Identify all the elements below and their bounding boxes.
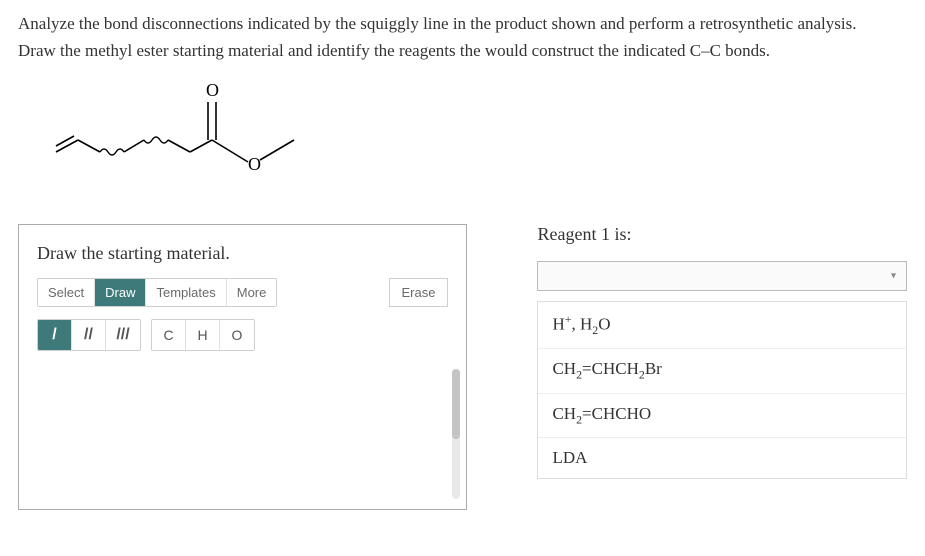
atom-o-tool[interactable]: O — [220, 320, 254, 350]
reagent-dropdown[interactable]: ▾ — [537, 261, 907, 291]
panels-container: Draw the starting material. Select Draw … — [18, 224, 907, 510]
reagent-title: Reagent 1 is: — [537, 224, 907, 245]
question-line-2: Draw the methyl ester starting material … — [18, 37, 907, 64]
double-bond-tool[interactable]: // — [72, 320, 106, 350]
mode-tabs: Select Draw Templates More — [37, 278, 277, 307]
atom-tool-group: C H O — [151, 319, 255, 351]
tab-draw[interactable]: Draw — [95, 279, 146, 306]
canvas-scrollbar[interactable] — [452, 369, 460, 499]
molecule-svg: O O — [48, 74, 308, 184]
reagent-panel: Reagent 1 is: ▾ H+, H2O CH2=CHCH2Br CH2=… — [537, 224, 907, 510]
atom-c-tool[interactable]: C — [152, 320, 186, 350]
tool-row: / // /// C H O — [37, 319, 448, 351]
editor-toolbar: Select Draw Templates More Erase — [37, 278, 448, 307]
erase-button[interactable]: Erase — [389, 278, 449, 307]
molecule-structure: O O — [48, 74, 907, 189]
drawing-panel: Draw the starting material. Select Draw … — [18, 224, 467, 510]
single-bond-tool[interactable]: / — [38, 320, 72, 350]
reagent-options-list: H+, H2O CH2=CHCH2Br CH2=CHCHO LDA — [537, 301, 907, 479]
bond-tool-group: / // /// — [37, 319, 141, 351]
atom-label-o-carbonyl: O — [206, 80, 219, 100]
tab-templates[interactable]: Templates — [146, 279, 226, 306]
scrollbar-thumb[interactable] — [452, 369, 460, 439]
reagent-option-1[interactable]: CH2=CHCH2Br — [538, 349, 906, 393]
question-line-1: Analyze the bond disconnections indicate… — [18, 10, 907, 37]
tab-select[interactable]: Select — [38, 279, 95, 306]
drawing-canvas[interactable] — [37, 369, 448, 509]
triple-bond-tool[interactable]: /// — [106, 320, 140, 350]
atom-label-o-ester: O — [248, 154, 261, 174]
reagent-option-2[interactable]: CH2=CHCHO — [538, 394, 906, 438]
reagent-option-3[interactable]: LDA — [538, 438, 906, 478]
question-text: Analyze the bond disconnections indicate… — [18, 10, 907, 64]
reagent-option-0[interactable]: H+, H2O — [538, 302, 906, 349]
drawing-panel-title: Draw the starting material. — [37, 243, 448, 264]
chevron-down-icon: ▾ — [891, 271, 896, 282]
atom-h-tool[interactable]: H — [186, 320, 220, 350]
tab-more[interactable]: More — [227, 279, 277, 306]
